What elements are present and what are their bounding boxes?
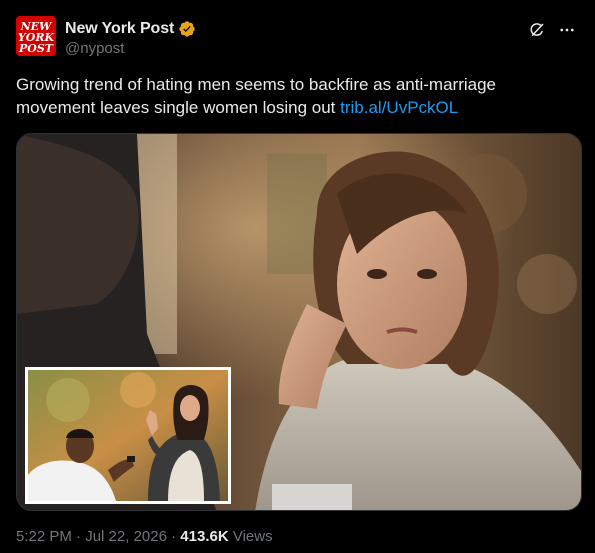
tweet-meta: 5:22 PM · Jul 22, 2026 · 413.6K Views	[16, 528, 273, 545]
tweet-text: Growing trend of hating men seems to bac…	[16, 73, 576, 119]
nypost-logo: NEW YORK POST	[16, 16, 56, 56]
proposal-rejection-photo	[28, 370, 228, 501]
handle[interactable]: @nypost	[65, 40, 196, 57]
tweet-link[interactable]: trib.al/UvPckOL	[340, 98, 458, 117]
tweet: NEW YORK POST New York Post @nypost Grow…	[0, 0, 595, 553]
views-count: 413.6K	[180, 528, 229, 545]
more-icon[interactable]	[555, 18, 579, 42]
post-date[interactable]: Jul 22, 2026	[85, 528, 167, 545]
avatar[interactable]: NEW YORK POST	[16, 16, 56, 56]
views-label: Views	[228, 528, 273, 545]
tweet-header: NEW YORK POST New York Post @nypost	[16, 16, 579, 60]
grok-icon[interactable]	[525, 18, 549, 42]
verified-badge-icon	[178, 20, 196, 38]
post-time[interactable]: 5:22 PM	[16, 528, 72, 545]
display-name[interactable]: New York Post	[65, 20, 174, 38]
account-names: New York Post @nypost	[65, 19, 196, 57]
inset-photo-frame	[25, 367, 231, 504]
header-actions	[525, 18, 579, 42]
avatar-word-3: POST	[18, 42, 54, 55]
meta-separator-2: ·	[166, 528, 181, 545]
meta-separator: ·	[71, 528, 86, 545]
